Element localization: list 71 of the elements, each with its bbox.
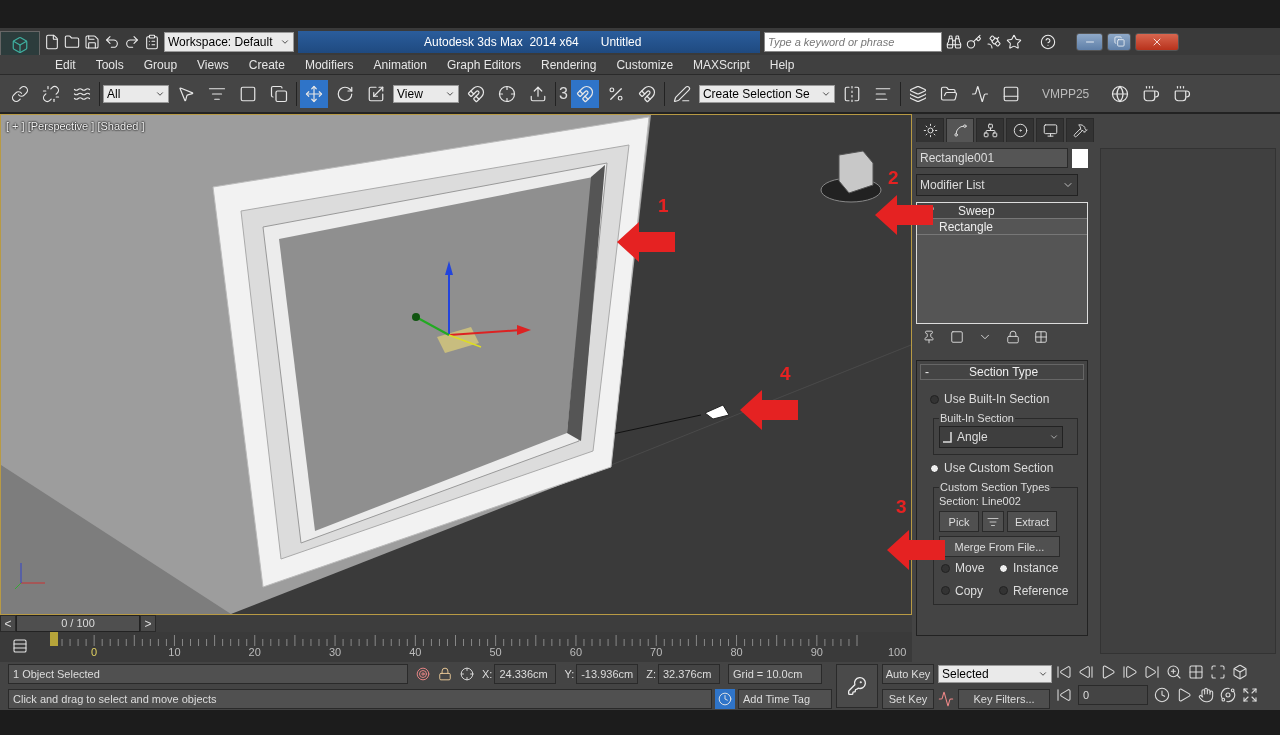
menu-item[interactable]: MAXScript: [683, 57, 760, 72]
frame-number: 40: [408, 646, 423, 658]
key-mode-dropdown[interactable]: Selected: [938, 665, 1052, 683]
frame-number: 100: [886, 646, 908, 658]
auto-key-button[interactable]: Auto Key: [882, 664, 934, 684]
frame-number: 30: [327, 646, 343, 658]
annotation-number: 3: [896, 496, 907, 518]
object-name-field[interactable]: Rectangle001: [916, 148, 1068, 168]
add-time-tag-field[interactable]: Add Time Tag: [738, 689, 832, 709]
menu-item[interactable]: Views: [187, 57, 239, 72]
selection-filter-dropdown[interactable]: All: [103, 84, 169, 103]
annotation-number: 4: [780, 363, 791, 385]
radio-option[interactable]: Move: [941, 561, 985, 575]
plugin-label: VMPP25: [1041, 86, 1090, 101]
section-dropdown[interactable]: Angle: [939, 426, 1063, 448]
frame-number: 70: [649, 646, 664, 658]
selection-set-dropdown[interactable]: Create Selection Se: [698, 84, 835, 103]
axis-label: Z:: [646, 668, 656, 680]
radio-option[interactable]: Instance: [999, 561, 1059, 575]
modifier-list-dropdown[interactable]: Modifier List: [916, 174, 1078, 196]
pick-button[interactable]: Pick: [939, 511, 979, 532]
rollout-header[interactable]: - Section Type: [920, 364, 1084, 380]
search-field[interactable]: Type a keyword or phrase: [764, 31, 942, 52]
radio-option[interactable]: Reference: [999, 583, 1069, 598]
workspace-dropdown[interactable]: Workspace: Default: [164, 31, 294, 52]
menu-item[interactable]: Animation: [363, 57, 437, 72]
radio-option[interactable]: Copy: [941, 583, 983, 598]
radio-option[interactable]: Use Built-In Section: [930, 392, 1050, 406]
extract-button[interactable]: Extract: [1007, 511, 1057, 532]
previous-frame-button[interactable]: <: [0, 615, 16, 632]
frame-number: 0: [90, 646, 99, 658]
annotation-number: 1: [658, 195, 669, 217]
axis-label: X:: [482, 668, 493, 680]
set-key-toggle[interactable]: Set Key: [882, 689, 934, 709]
coordinate-field[interactable]: -13.936cm: [576, 664, 639, 684]
group-label: Custom Section Types: [939, 481, 1051, 493]
frame-number: 60: [568, 646, 584, 658]
time-slider-thumb[interactable]: 0 / 100: [16, 615, 140, 632]
coordinate-field[interactable]: 24.336cm: [494, 664, 557, 684]
modifier-stack-item[interactable]: Sweep: [917, 203, 1087, 219]
annotation-number: 2: [888, 167, 899, 189]
section-name: Section: Line002: [939, 495, 1022, 507]
axis-label: Y:: [564, 668, 575, 680]
window-title: Autodesk 3ds Max 2014 x64: [424, 34, 579, 49]
menu-item[interactable]: Customize: [606, 57, 684, 72]
menu-item[interactable]: Graph Editors: [436, 57, 531, 72]
frame-number: 80: [729, 646, 744, 658]
frame-field[interactable]: 0: [1078, 685, 1148, 705]
prompt-text: Click and drag to select and move objects: [8, 689, 712, 709]
frame-number: 50: [488, 646, 503, 658]
menu-item[interactable]: Help: [759, 57, 805, 72]
next-frame-button[interactable]: >: [140, 615, 156, 632]
radio-option[interactable]: Use Custom Section: [930, 461, 1054, 475]
document-title: Untitled: [600, 34, 642, 49]
frame-number: 10: [167, 646, 182, 658]
menu-item[interactable]: Rendering: [531, 57, 607, 72]
frame-number: 20: [247, 646, 262, 658]
group-label: Built-In Section: [939, 412, 1015, 424]
reference-dropdown[interactable]: View: [393, 84, 459, 103]
menu-item[interactable]: Modifiers: [294, 57, 364, 72]
grid-status: Grid = 10.0cm: [728, 664, 822, 684]
snap-label: 3: [559, 84, 568, 103]
selection-status: 1 Object Selected: [8, 664, 408, 684]
menu-item[interactable]: Tools: [85, 57, 134, 72]
menu-item[interactable]: Edit: [45, 57, 86, 72]
menu-item[interactable]: Create: [238, 57, 295, 72]
menu-item[interactable]: Group: [133, 57, 188, 72]
key-filters-button[interactable]: Key Filters...: [958, 689, 1050, 709]
merge-button[interactable]: Merge From File...: [939, 536, 1060, 557]
frame-number: 90: [809, 646, 824, 658]
coordinate-field[interactable]: 32.376cm: [658, 664, 720, 684]
